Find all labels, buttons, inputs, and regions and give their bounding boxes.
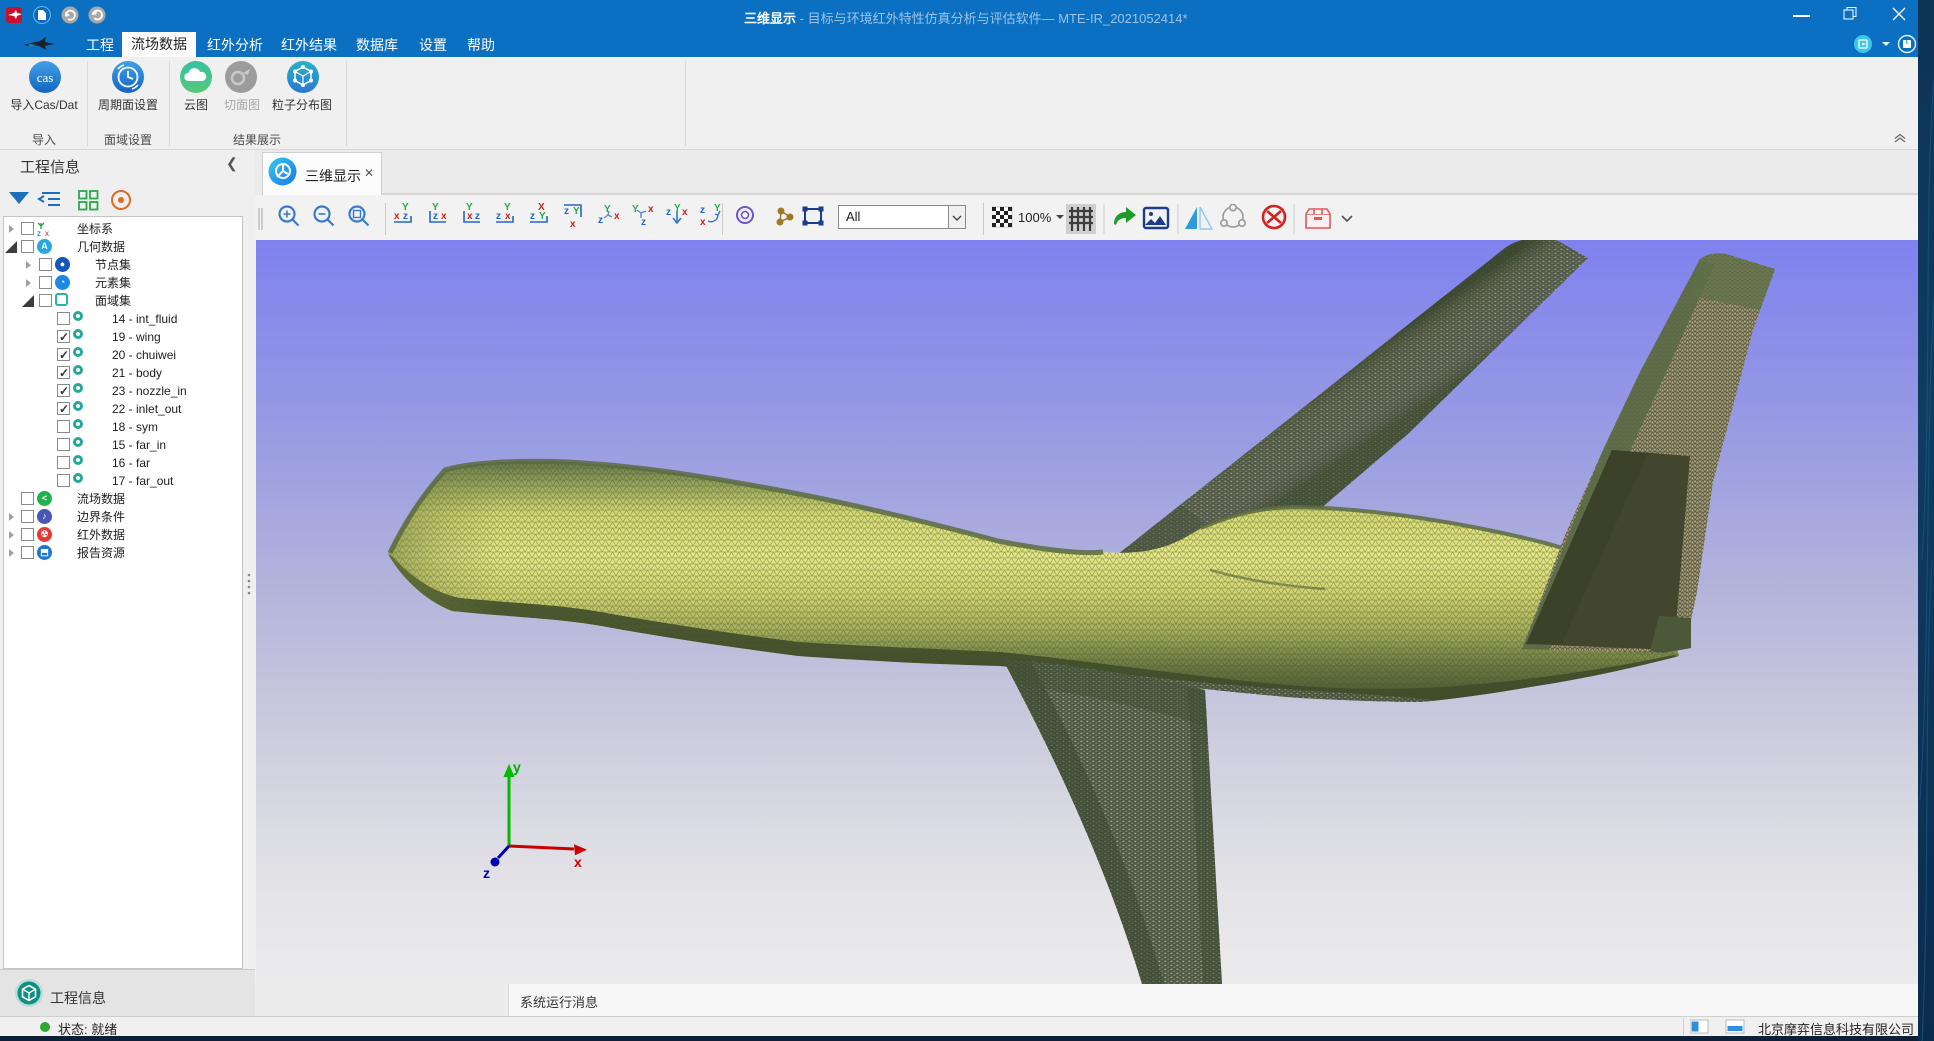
- svg-text:y: y: [513, 759, 521, 775]
- svg-text:x: x: [682, 207, 688, 218]
- svg-text:x: x: [700, 217, 706, 228]
- svg-text:x: x: [570, 219, 576, 230]
- svg-text:z: z: [700, 205, 705, 216]
- svg-text:z: z: [37, 229, 41, 237]
- svg-text:x: x: [574, 854, 582, 870]
- svg-text:Y: Y: [402, 203, 409, 213]
- svg-text:x: x: [394, 211, 400, 222]
- svg-text:x: x: [441, 211, 447, 222]
- svg-text:z: z: [496, 211, 501, 222]
- svg-text:Y: Y: [632, 204, 639, 215]
- svg-text:cas: cas: [37, 70, 54, 85]
- svg-text:Y: Y: [604, 204, 611, 215]
- svg-text:z: z: [564, 206, 569, 217]
- svg-text:Y: Y: [573, 206, 580, 217]
- svg-text:z: z: [530, 211, 535, 222]
- svg-text:z: z: [598, 215, 603, 226]
- svg-text:x: x: [648, 204, 654, 215]
- svg-text:Y: Y: [432, 203, 439, 213]
- svg-text:100%: 100%: [1018, 210, 1052, 225]
- svg-text:z: z: [475, 211, 480, 222]
- svg-text:x: x: [45, 229, 49, 237]
- svg-text:x: x: [614, 211, 620, 222]
- svg-text:z: z: [483, 865, 490, 881]
- svg-text:Y: Y: [504, 203, 511, 213]
- svg-text:Y: Y: [466, 203, 473, 213]
- svg-text:X: X: [538, 203, 545, 213]
- svg-text:z: z: [666, 207, 671, 218]
- svg-text:z: z: [641, 217, 646, 228]
